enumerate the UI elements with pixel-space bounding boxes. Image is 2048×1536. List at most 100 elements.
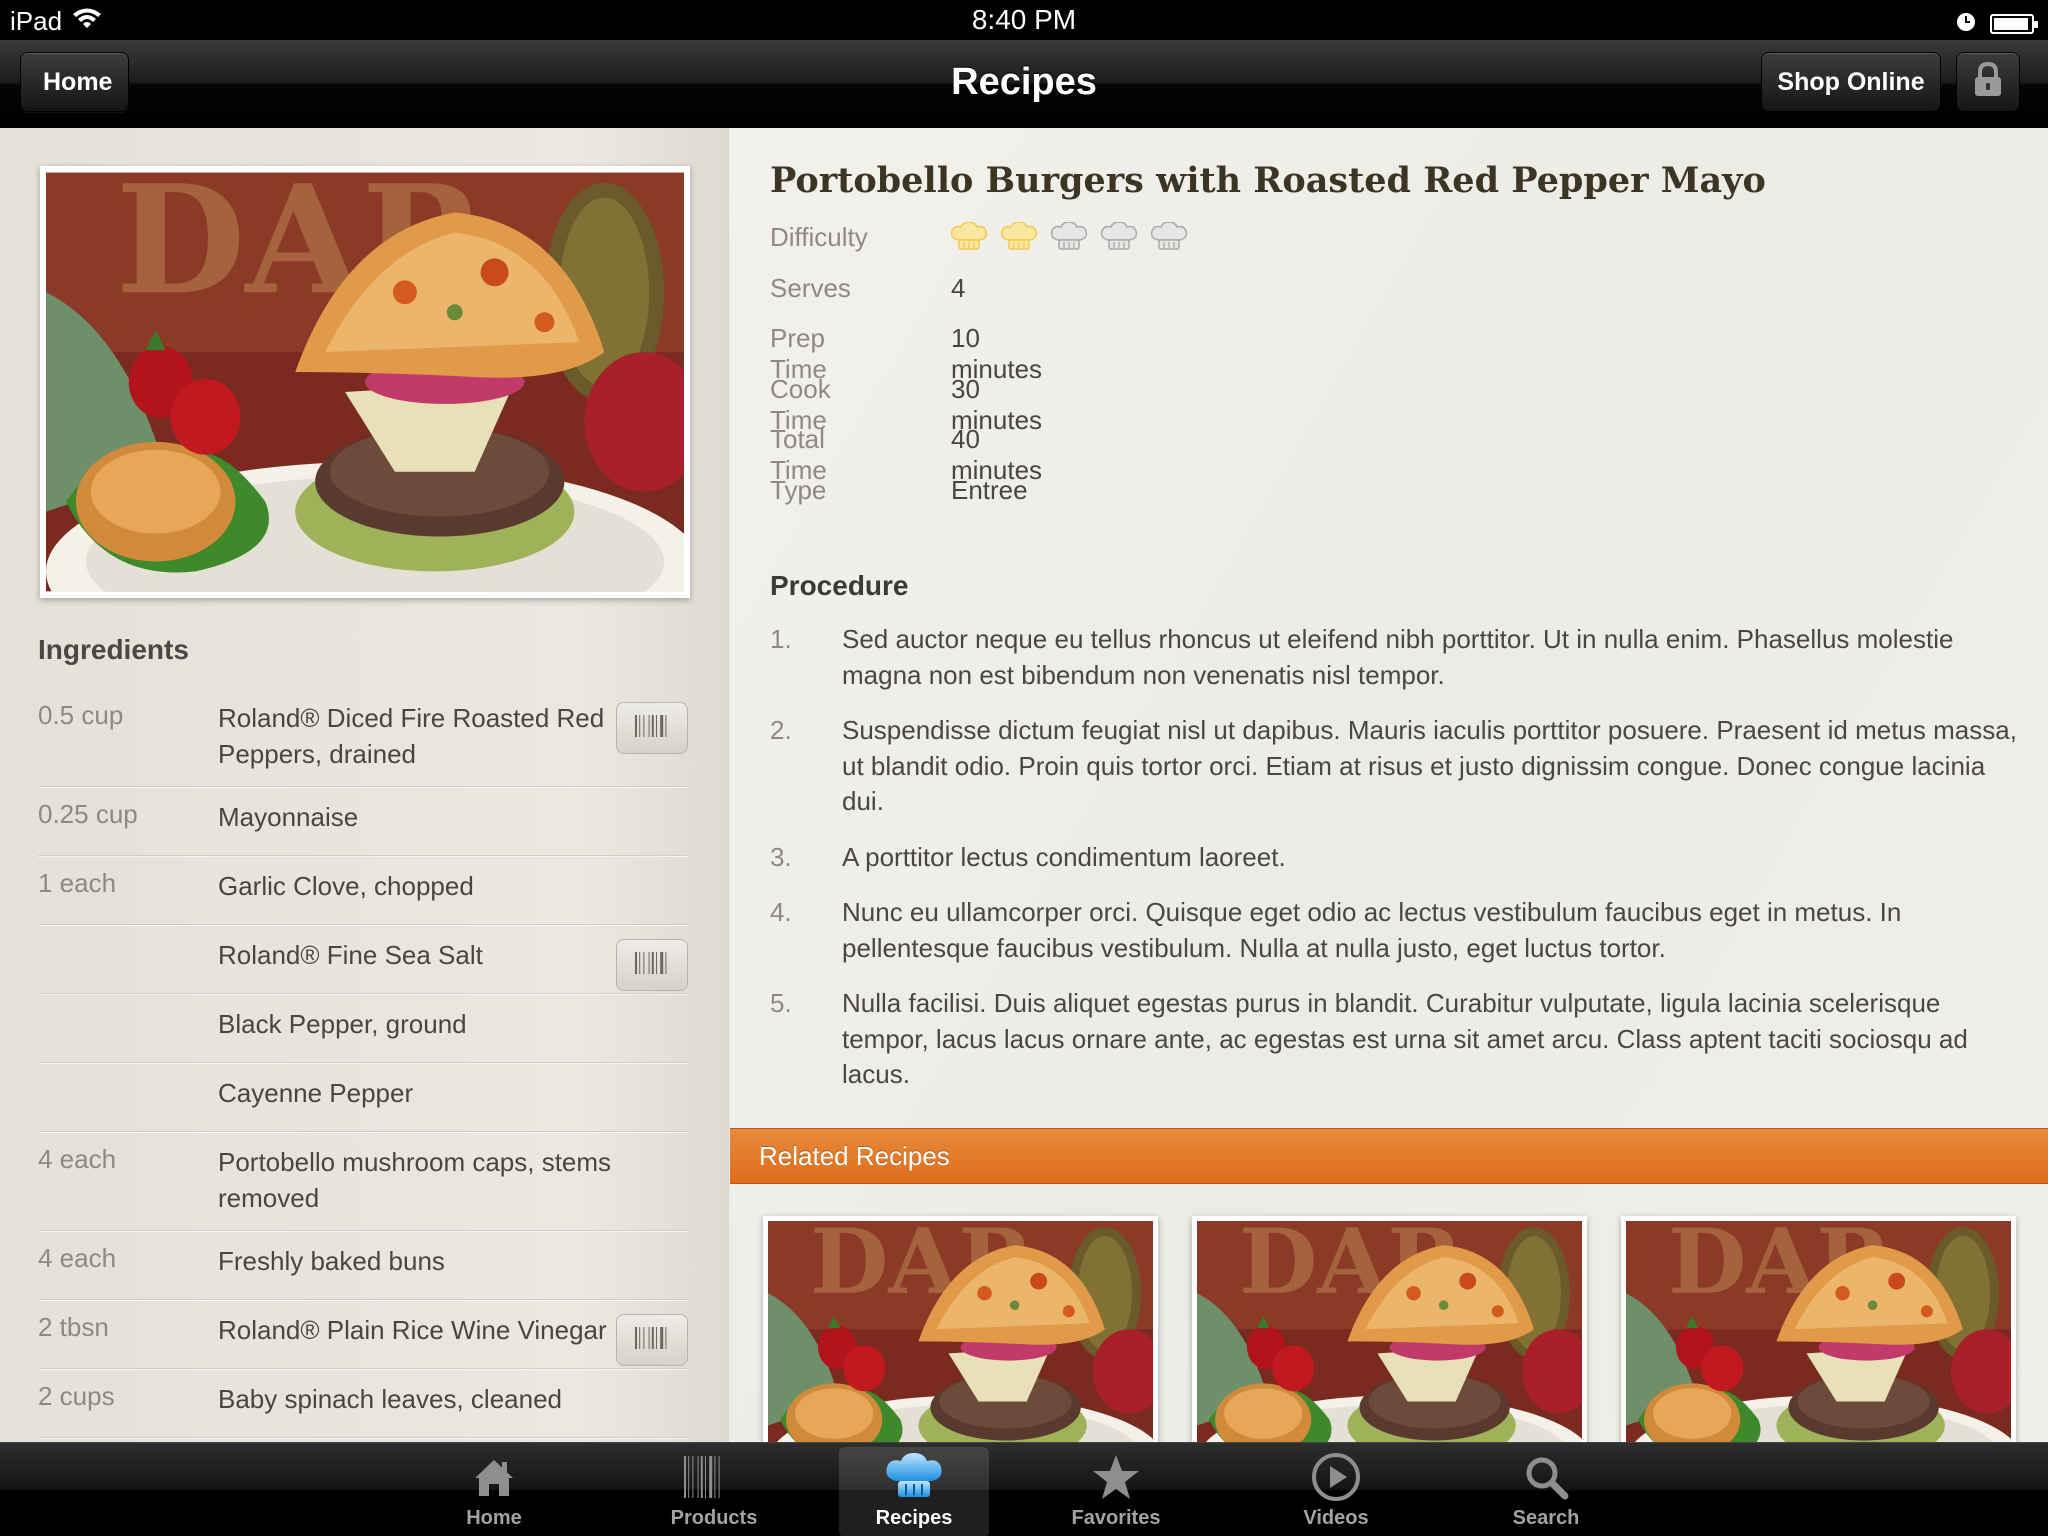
tab-home[interactable]: Home: [419, 1447, 569, 1536]
house-icon: [471, 1447, 517, 1507]
chef-hat-icon-filled: [950, 221, 988, 259]
chef-hat-icon-empty: [1100, 221, 1138, 259]
tab-videos[interactable]: Videos: [1261, 1447, 1411, 1536]
ingredient-name: Baby spinach leaves, cleaned: [218, 1384, 563, 1414]
ingredient-row: Cayenne Pepper: [38, 1063, 688, 1132]
tab-label: Search: [1512, 1507, 1580, 1529]
ingredient-name: Freshly baked buns: [218, 1246, 445, 1276]
step-number: 3.: [770, 841, 792, 872]
ingredient-row: 0.25 cup Mayonnaise: [38, 787, 688, 856]
battery-fill: [1994, 17, 2029, 30]
tab-recipes[interactable]: Recipes: [839, 1447, 989, 1536]
ingredient-quantity: 0.25 cup: [38, 799, 138, 829]
step-number: 5.: [770, 988, 792, 1018]
related-recipe-image: [768, 1221, 1153, 1442]
chef-hat-icon-empty: [1050, 221, 1088, 259]
step-number: 1.: [770, 624, 792, 654]
ingredient-name: Portobello mushroom caps, stems removed: [218, 1147, 612, 1213]
product-barcode-button[interactable]: [616, 702, 688, 754]
procedure-list: 1. Sed auctor neque eu tellus rhoncus ut …: [770, 622, 2020, 1113]
recipe-photo: [40, 166, 690, 598]
procedure-step: 3. A porttitor lectus condimentum laoreet…: [770, 840, 2020, 876]
procedure-step: 5. Nulla facilisi. Duis aliquet egestas p…: [770, 986, 2020, 1093]
ingredient-row: 2 cups Baby spinach leaves, cleaned: [38, 1369, 688, 1438]
ingredients-pane: Ingredients 0.5 cup Roland® Diced Fire Ro…: [0, 128, 728, 1442]
ingredient-row: Black Pepper, ground: [38, 994, 688, 1063]
star-icon: [1091, 1447, 1141, 1507]
related-recipe-card[interactable]: [1192, 1216, 1587, 1442]
procedure-step: 1. Sed auctor neque eu tellus rhoncus ut …: [770, 622, 2020, 693]
ingredients-list: 0.5 cup Roland® Diced Fire Roasted Red Pe…: [38, 688, 688, 1438]
tab-label: Favorites: [1071, 1507, 1161, 1529]
tab-products[interactable]: Products: [639, 1447, 789, 1536]
ingredient-row: 4 each Portobello mushroom caps, stems re…: [38, 1132, 688, 1231]
meta-label: Type: [770, 474, 827, 505]
ingredient-name: Garlic Clove, chopped: [218, 871, 474, 901]
ingredient-row: 4 each Freshly baked buns: [38, 1231, 688, 1300]
tab-label: Recipes: [875, 1507, 953, 1529]
ingredient-name: Roland® Plain Rice Wine Vinegar: [218, 1315, 607, 1345]
ingredient-quantity: 0.5 cup: [38, 700, 124, 730]
ingredient-row: Roland® Fine Sea Salt: [38, 925, 688, 994]
back-button-label: Home: [43, 68, 113, 96]
play-icon: [1311, 1447, 1361, 1507]
meta-label: Serves: [770, 272, 851, 303]
ingredients-heading: Ingredients: [38, 634, 189, 665]
procedure-heading: Procedure: [770, 570, 909, 601]
difficulty-rating: [950, 221, 1188, 259]
step-text: Nunc eu ullamcorper orci. Quisque eget o…: [842, 897, 1902, 963]
page-title: Recipes: [951, 61, 1097, 103]
tab-label: Home: [466, 1507, 522, 1529]
status-bar: iPad 8:40 PM: [0, 0, 2048, 40]
meta-value: 4: [951, 272, 966, 303]
chef-hat-icon-empty: [1150, 221, 1188, 259]
step-number: 4.: [770, 897, 792, 927]
product-barcode-button[interactable]: [616, 939, 688, 991]
ingredient-quantity: 2 cups: [38, 1381, 115, 1411]
ingredient-row: 2 tbsn Roland® Plain Rice Wine Vinegar: [38, 1300, 688, 1369]
magnifier-icon: [1522, 1447, 1570, 1507]
chef-hat-icon: [884, 1447, 944, 1507]
tab-bar: Home Products Recipes Favorites Videos Search: [0, 1442, 2048, 1536]
related-recipe-image: [1197, 1221, 1582, 1442]
ingredient-name: Cayenne Pepper: [218, 1078, 414, 1108]
ingredient-quantity: 1 each: [38, 868, 117, 898]
home-back-button[interactable]: Home: [20, 52, 130, 112]
ingredient-name: Black Pepper, ground: [218, 1009, 467, 1039]
recipe-title: Portobello Burgers with Roasted Red Pepp…: [770, 160, 1766, 201]
ingredient-name: Roland® Diced Fire Roasted Red Peppers, …: [218, 703, 605, 769]
battery-icon: [1990, 13, 2038, 34]
barcode-icon: [635, 714, 671, 742]
status-time: 8:40 PM: [971, 4, 1077, 35]
status-right: [1956, 8, 2038, 39]
tab-search[interactable]: Search: [1471, 1447, 1621, 1536]
lock-icon: [1973, 61, 2003, 103]
chef-hat-icon-filled: [1000, 221, 1038, 259]
clock-icon: [1956, 8, 1976, 39]
ingredient-row: 0.5 cup Roland® Diced Fire Roasted Red Pe…: [38, 688, 688, 787]
product-barcode-button[interactable]: [616, 1314, 688, 1366]
step-text: Sed auctor neque eu tellus rhoncus ut el…: [842, 624, 1954, 690]
step-text: Nulla facilisi. Duis aliquet egestas pur…: [842, 988, 1968, 1089]
ingredient-quantity: 4 each: [38, 1144, 117, 1174]
ingredient-quantity: 2 tbsn: [38, 1312, 109, 1342]
procedure-step: 4. Nunc eu ullamcorper orci. Quisque eget…: [770, 895, 2020, 966]
recipe-detail-pane: Portobello Burgers with Roasted Red Pepp…: [730, 128, 2048, 1442]
related-recipe-image: [1626, 1221, 2011, 1442]
ingredient-row: 1 each Garlic Clove, chopped: [38, 856, 688, 925]
tab-favorites[interactable]: Favorites: [1041, 1447, 1191, 1536]
related-recipe-card[interactable]: [1621, 1216, 2016, 1442]
meta-value: Entree: [951, 474, 1028, 505]
tab-label: Videos: [1303, 1507, 1369, 1529]
navigation-bar: Recipes Home Shop Online: [0, 40, 2048, 128]
tab-label: Products: [670, 1507, 758, 1529]
related-recipes-header: Related Recipes: [730, 1128, 2048, 1184]
barcode-icon: [635, 1326, 671, 1354]
ingredient-name: Mayonnaise: [218, 802, 359, 832]
step-text: A porttitor lectus condimentum laoreet.: [842, 841, 1286, 872]
barcode-icon: [684, 1447, 744, 1507]
shop-online-button[interactable]: Shop Online: [1761, 52, 1941, 112]
recipe-photo-image: [46, 172, 684, 592]
related-recipe-card[interactable]: [763, 1216, 1158, 1442]
lock-button[interactable]: [1956, 52, 2020, 112]
